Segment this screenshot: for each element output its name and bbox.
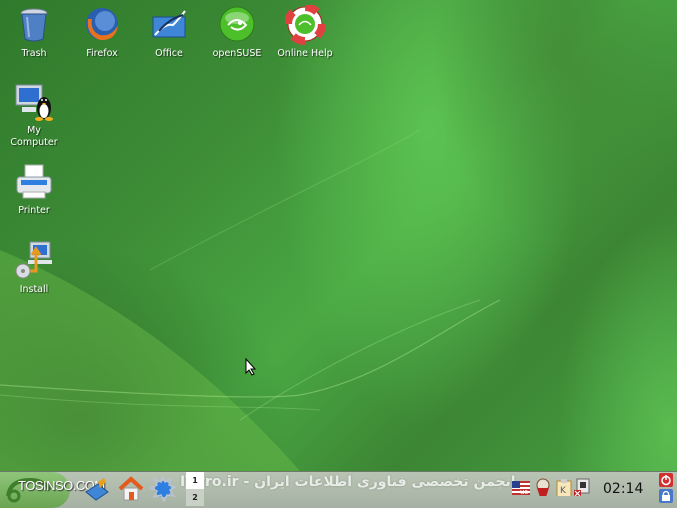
icon-label: Trash <box>21 48 47 59</box>
firefox-icon <box>82 5 122 45</box>
desktop-icon-opensuse[interactable]: openSUSE <box>205 5 269 60</box>
home-folder-icon[interactable] <box>118 476 144 502</box>
icon-label: Firefox <box>86 48 118 59</box>
mouse-cursor <box>245 358 257 376</box>
network-disconnected-icon[interactable] <box>574 478 592 496</box>
desktop-icon-trash[interactable]: Trash <box>2 5 66 60</box>
clipboard-icon[interactable]: K <box>556 478 574 496</box>
printer-icon <box>14 162 54 202</box>
desktop-icon-online-help[interactable]: Online Help <box>273 3 337 60</box>
desktop-icon-firefox[interactable]: Firefox <box>70 5 134 60</box>
computer-icon <box>14 82 54 122</box>
icon-label: Install <box>19 284 49 295</box>
logout-icon[interactable] <box>659 473 673 487</box>
desktop-icon-install[interactable]: Install <box>2 241 66 296</box>
office-icon <box>149 5 189 45</box>
pager-desktop-2[interactable]: 2 <box>186 489 204 506</box>
wallpaper-swoosh <box>0 129 501 471</box>
konqueror-icon[interactable] <box>150 476 176 502</box>
desktop-icon-printer[interactable]: Printer <box>2 162 66 217</box>
lifebuoy-icon <box>284 3 326 45</box>
icon-label: Office <box>155 48 183 59</box>
icon-label: My Computer <box>10 125 58 148</box>
icon-label: openSUSE <box>212 48 262 59</box>
opensuse-icon <box>217 5 257 45</box>
pager-desktop-1[interactable]: 1 <box>186 472 204 489</box>
clock[interactable]: 02:14 <box>603 481 643 497</box>
install-icon <box>14 241 54 281</box>
svg-text:us: us <box>520 488 528 496</box>
icon-label: Printer <box>18 205 50 216</box>
desktop-pager: 1 2 <box>186 472 204 506</box>
klipper-icon[interactable] <box>534 478 552 496</box>
lock-screen-icon[interactable] <box>659 489 673 503</box>
icon-label: Online Help <box>277 48 333 59</box>
desktop: Trash Firefox Office openSUSE Online Hel… <box>0 0 677 471</box>
trash-icon <box>14 5 54 45</box>
kontact-icon[interactable] <box>84 478 110 502</box>
keyboard-layout-us-icon[interactable]: us <box>512 481 530 499</box>
window-title[interactable]: ITPro.ir - انجمن تخصصی فناوری اطلاعات ای… <box>180 472 516 492</box>
desktop-icon-office[interactable]: Office <box>137 5 201 60</box>
desktop-icon-my-computer[interactable]: My Computer <box>2 82 66 149</box>
